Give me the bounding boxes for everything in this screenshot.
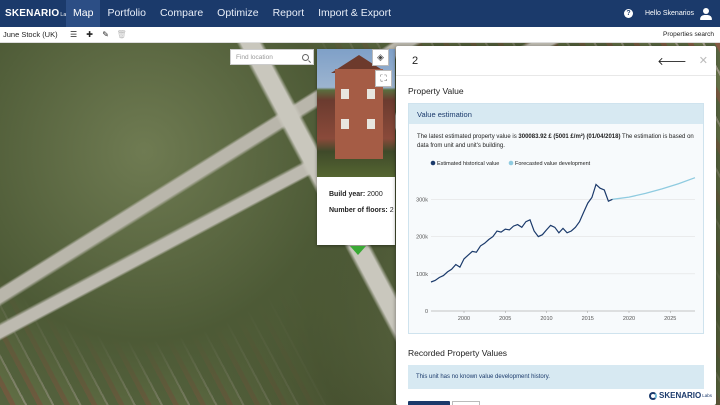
nav-portfolio[interactable]: Portfolio (100, 0, 153, 27)
layers-icon[interactable]: ◈ (372, 49, 389, 66)
list-icon[interactable]: ☰ (68, 29, 80, 41)
estimation-text-1: The latest estimated property value is (417, 134, 517, 140)
back-arrow-icon[interactable]: 🡐 (657, 54, 687, 68)
brand-name: SKENARIO (5, 8, 60, 19)
pencil-icon[interactable]: ✎ (100, 29, 112, 41)
skenario-watermark: SKENARIO Labs (647, 390, 714, 401)
trash-icon[interactable]: 🗑 (116, 29, 128, 41)
legend-label-1: Forecasted value development (515, 161, 591, 167)
search-icon[interactable] (302, 53, 309, 61)
find-location-placeholder: Find location (236, 53, 273, 61)
floors-label: Number of floors: (329, 207, 388, 214)
build-year-label: Build year: (329, 191, 366, 198)
floors-row: Number of floors: 2 (329, 207, 395, 214)
build-year-row: Build year: 2000 (329, 191, 395, 198)
value-estimation-heading: Value estimation (409, 104, 703, 124)
build-year-value: 2000 (367, 191, 383, 198)
building-info: Build year: 2000 Number of floors: 2 (317, 177, 395, 214)
estimation-value: 300083.92 £ (5001 £/m²) (01/04/2018) (518, 134, 621, 140)
x-tick-label: 2010 (540, 316, 552, 322)
property-panel: 2 🡐 ✕ Property Value Value estimation Th… (396, 46, 716, 405)
watermark-suffix: Labs (702, 393, 712, 398)
close-icon[interactable]: ✕ (699, 54, 708, 67)
floors-value: 2 (389, 207, 394, 214)
user-icon[interactable] (700, 7, 712, 20)
value-estimation-text: The latest estimated property value is 3… (409, 124, 703, 151)
x-tick-label: 2025 (664, 316, 676, 322)
no-history-message: This unit has no known value development… (408, 365, 704, 389)
y-tick-label: 0 (425, 309, 428, 315)
plus-icon[interactable]: ✚ (84, 29, 96, 41)
nav-import-export[interactable]: Import & Export (311, 0, 398, 27)
value-chart: 0 100k 200k 300k 2000 2005 2010 2015 2020 2025 Est… (416, 160, 696, 322)
legend-marker-0 (430, 160, 436, 166)
panel-header: 2 🡐 ✕ (396, 46, 716, 76)
y-tick-label: 200k (416, 235, 428, 241)
stock-toolbar: June Stock (UK) ☰ ✚ ✎ 🗑 Properties searc… (0, 27, 720, 43)
stock-title[interactable]: June Stock (UK) (0, 30, 58, 39)
map-pin-icon[interactable] (350, 246, 366, 255)
user-greeting[interactable]: Hello Skenarios (645, 10, 694, 17)
properties-search-link[interactable]: Properties search (663, 31, 720, 38)
y-tick-label: 100k (416, 272, 428, 278)
legend-marker-1 (508, 160, 514, 166)
x-tick-label: 2000 (458, 316, 470, 322)
recorded-values-heading: Recorded Property Values (408, 348, 508, 358)
x-tick-label: 2005 (499, 316, 511, 322)
panel-title: 2 (412, 54, 419, 67)
value-estimation-box: Value estimation The latest estimated pr… (408, 103, 704, 334)
nav-report[interactable]: Report (266, 0, 312, 27)
watermark-brand: SKENARIO (659, 391, 702, 400)
brand-logo[interactable]: SKENARIOLabs (0, 0, 72, 27)
secondary-button[interactable] (452, 401, 480, 405)
skenario-logo-icon (649, 391, 657, 400)
x-tick-label: 2020 (623, 316, 635, 322)
building-photo (317, 49, 395, 177)
fullscreen-icon[interactable]: ⛶ (375, 70, 392, 87)
y-tick-label: 300k (416, 197, 428, 203)
legend-label-0: Estimated historical value (437, 161, 499, 167)
primary-button[interactable] (408, 401, 450, 405)
series-line-1 (612, 177, 696, 200)
nav-right: ? Hello Skenarios (623, 0, 720, 27)
find-location-input[interactable]: Find location (230, 49, 314, 65)
nav-optimize[interactable]: Optimize (210, 0, 265, 27)
top-nav: SKENARIOLabs Map Portfolio Compare Optim… (0, 0, 720, 27)
x-tick-label: 2015 (582, 316, 594, 322)
nav-map[interactable]: Map (66, 0, 101, 27)
help-icon[interactable]: ? (623, 9, 633, 18)
nav-compare[interactable]: Compare (153, 0, 210, 27)
main-nav: Map Portfolio Compare Optimize Report Im… (66, 0, 398, 27)
property-value-heading: Property Value (408, 86, 464, 96)
